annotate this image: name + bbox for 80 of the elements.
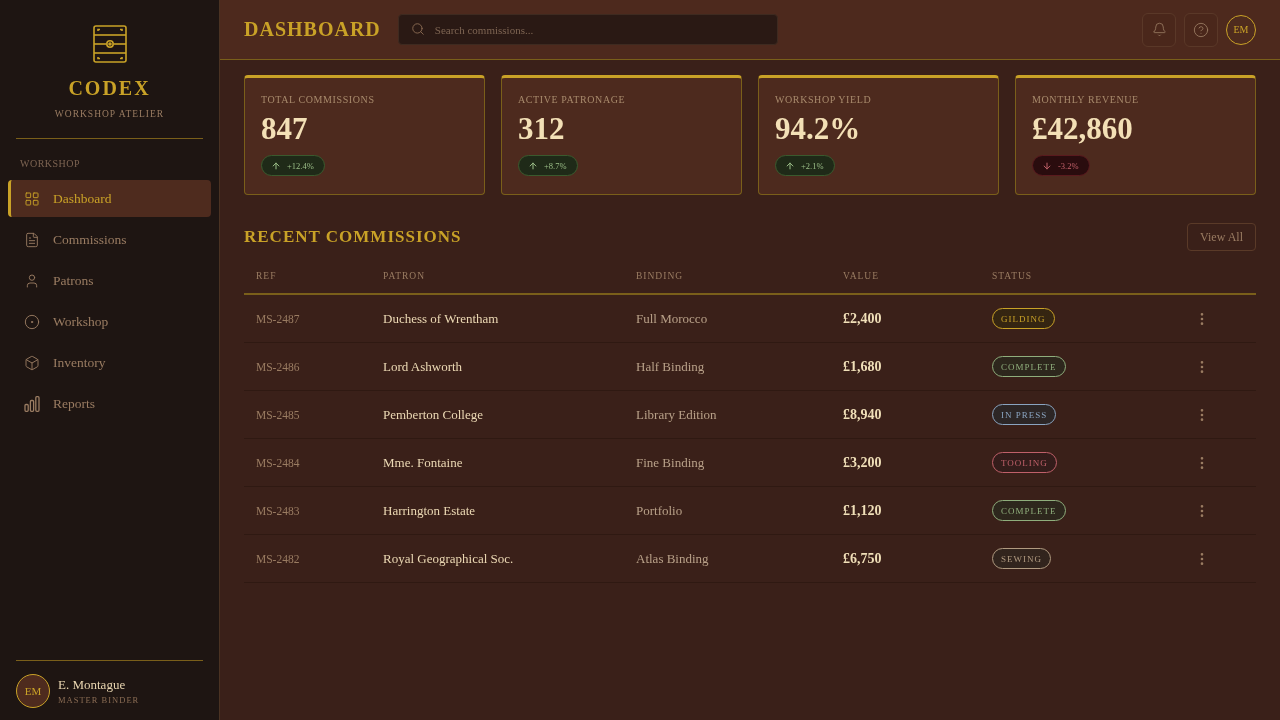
document-icon — [24, 231, 40, 248]
table-cell: Duchess of Wrentham — [383, 310, 499, 327]
trend-value: +12.4% — [287, 160, 314, 171]
table-cell: Atlas Binding — [636, 550, 709, 567]
brand-tagline: WORKSHOP ATELIER — [54, 108, 165, 120]
table-cell: MS-2486 — [256, 360, 300, 373]
stat-value: 312 — [518, 111, 565, 147]
status-badge: TOOLING — [992, 452, 1057, 473]
column-header: BINDING — [635, 271, 685, 281]
status-badge: COMPLETE — [992, 500, 1066, 521]
arrow-up-icon — [271, 160, 281, 171]
help-button[interactable] — [1184, 12, 1218, 47]
table-cell: £8,940 — [843, 406, 882, 423]
status-badge: COMPLETE — [992, 356, 1066, 377]
table-cell: £6,750 — [843, 550, 882, 567]
table-cell: £1,680 — [843, 358, 882, 375]
table-cell: MS-2482 — [256, 552, 300, 565]
search-icon — [410, 22, 425, 36]
nav-item[interactable]: Inventory — [8, 344, 211, 381]
column-header: REF — [255, 271, 278, 281]
table-cell: Pemberton College — [383, 406, 483, 423]
status-badge: GILDING — [992, 308, 1055, 329]
page-title: DASHBOARD — [244, 18, 381, 41]
table-cell: Mme. Fontaine — [383, 454, 463, 471]
nav-item[interactable]: Commissions — [8, 221, 211, 258]
nav-section-label: WORKSHOP — [19, 157, 82, 171]
stat-value: 847 — [261, 111, 308, 147]
nav-item[interactable]: Dashboard — [8, 180, 211, 217]
table-cell: MS-2484 — [256, 456, 300, 469]
status-badge: IN PRESS — [992, 404, 1057, 425]
search-field[interactable]: Search commissions... — [397, 14, 778, 45]
nav-item[interactable]: Reports — [8, 385, 211, 422]
section-title: RECENT COMMISSIONS — [244, 227, 462, 247]
help-icon — [1193, 21, 1209, 38]
nav-item[interactable]: Workshop — [8, 303, 211, 340]
column-header: VALUE — [842, 271, 880, 281]
logo-icon — [92, 25, 127, 63]
trend-value: +2.1% — [801, 160, 824, 171]
arrow-down-icon — [1042, 160, 1052, 171]
stat-value: 94.2% — [775, 111, 861, 147]
table-cell: MS-2485 — [256, 408, 300, 421]
arrow-up-icon — [528, 160, 538, 171]
column-header: PATRON — [382, 271, 427, 281]
arrow-up-icon — [785, 160, 795, 171]
table-cell: £3,200 — [843, 454, 882, 471]
status-badge: SEWING — [992, 548, 1051, 569]
stat-label: MONTHLY REVENUE — [1032, 94, 1139, 106]
user-role: MASTER BINDER — [58, 694, 140, 706]
stat-label: WORKSHOP YIELD — [775, 94, 872, 106]
target-icon — [24, 313, 40, 330]
trend-value: +8.7% — [544, 160, 567, 171]
user-avatar[interactable]: EM — [1226, 14, 1256, 45]
table-cell: £1,120 — [843, 502, 882, 519]
user-name: E. Montague — [58, 676, 127, 693]
brand-name: CODEX — [68, 76, 151, 100]
nav-item[interactable]: Patrons — [8, 262, 211, 299]
trend-value: -3.2% — [1058, 160, 1079, 171]
box-icon — [24, 354, 40, 371]
table-cell: Library Edition — [636, 406, 717, 423]
table-cell: Full Morocco — [636, 310, 708, 327]
table-cell: Fine Binding — [636, 454, 705, 471]
table-cell: Harrington Estate — [383, 502, 476, 519]
stat-label: ACTIVE PATRONAGE — [518, 94, 626, 106]
view-all-button[interactable]: View All — [1187, 223, 1256, 251]
table-cell: £2,400 — [843, 310, 882, 327]
grid-icon — [24, 190, 40, 207]
table-cell: MS-2487 — [256, 312, 300, 325]
column-header: STATUS — [991, 271, 1034, 281]
person-icon — [24, 272, 40, 289]
table-cell: Lord Ashworth — [383, 358, 463, 375]
bar-chart-icon — [24, 395, 40, 412]
stat-label: TOTAL COMMISSIONS — [261, 94, 375, 106]
table-cell: MS-2483 — [256, 504, 300, 517]
notifications-button[interactable] — [1142, 12, 1176, 47]
table-cell: Portfolio — [636, 502, 683, 519]
stat-value: £42,860 — [1032, 111, 1133, 147]
user-avatar[interactable]: EM — [16, 674, 50, 708]
table-cell: Half Binding — [636, 358, 705, 375]
table-cell: Royal Geographical Soc. — [383, 550, 514, 567]
bell-icon — [1151, 22, 1167, 37]
